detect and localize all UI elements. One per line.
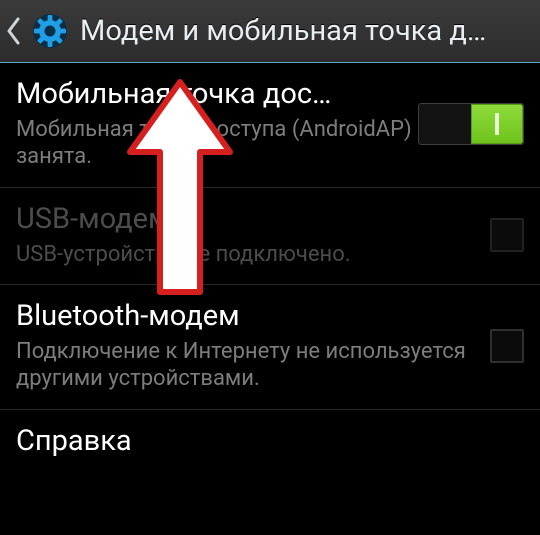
row-subtitle: USB-устройство не подключено. <box>16 241 482 269</box>
back-button[interactable] <box>0 0 28 62</box>
row-subtitle: Мобильная точка доступа (AndroidAP) заня… <box>16 116 418 171</box>
row-subtitle: Подключение к Интернету не используется … <box>16 338 482 393</box>
row-help[interactable]: Справка <box>0 410 540 475</box>
page-title: Модем и мобильная точка д… <box>80 14 534 48</box>
row-title: Справка <box>16 424 524 459</box>
action-bar: Модем и мобильная точка д… <box>0 0 540 63</box>
row-bluetooth-tether[interactable]: Bluetooth-модем Подключение к Интернету … <box>0 285 540 410</box>
row-title: Мобильная точка дос… <box>16 77 418 112</box>
toggle-knob-on <box>471 104 523 144</box>
bt-checkbox[interactable] <box>490 329 524 363</box>
chevron-left-icon <box>6 17 22 45</box>
usb-checkbox <box>490 218 524 252</box>
row-title: USB-модем <box>16 202 482 237</box>
row-title: Bluetooth-модем <box>16 299 482 334</box>
row-mobile-hotspot[interactable]: Мобильная точка дос… Мобильная точка дос… <box>0 63 540 188</box>
hotspot-toggle[interactable] <box>418 103 524 145</box>
row-usb-tether: USB-модем USB-устройство не подключено. <box>0 188 540 285</box>
settings-gear-icon <box>28 9 72 53</box>
settings-list: Мобильная точка дос… Мобильная точка дос… <box>0 63 540 475</box>
